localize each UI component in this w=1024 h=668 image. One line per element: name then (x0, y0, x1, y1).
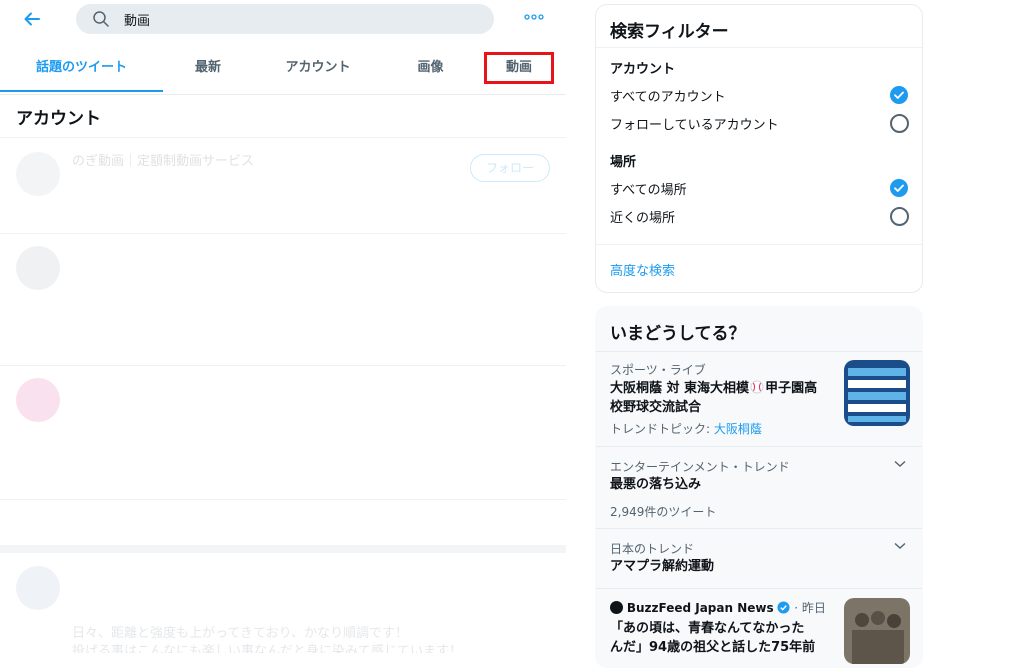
news-thumbnail (844, 598, 910, 664)
trend-thumbnail (844, 360, 910, 426)
news-headline-line: 「あの頃は、青春なんてなかった (610, 621, 805, 636)
buzzfeed-avatar-icon (610, 601, 623, 614)
trends-card: いまどうしてる？ スポーツ・ライブ 大阪桐蔭 対 東海大相模 甲子園高 校野球交流… (595, 306, 923, 668)
divider (596, 528, 922, 529)
trends-title: いまどうしてる？ (610, 324, 746, 344)
trend-category: 日本のトレンド (610, 542, 695, 556)
filter-account-heading: アカウント (610, 62, 676, 77)
divider (596, 47, 922, 48)
trend-topic: トレンドトピック: 大阪桐蔭 (610, 420, 762, 437)
advanced-search-link[interactable]: 高度な検索 (610, 260, 675, 279)
divider (0, 365, 566, 366)
filter-following-accounts[interactable]: フォローしているアカウント (610, 114, 779, 133)
tab-videos[interactable]: 動画 (484, 52, 554, 84)
checked-circle-icon[interactable] (890, 86, 908, 104)
divider (596, 351, 922, 352)
filter-all-places[interactable]: すべての場所 (610, 179, 687, 198)
divider (596, 446, 922, 447)
news-headline: 「あの頃は、青春なんてなかった んだ」94歳の祖父と話した75年前 (610, 619, 815, 657)
account-name: のぎ動画｜定額制動画サービス (72, 154, 255, 169)
avatar (16, 566, 60, 610)
back-button[interactable] (18, 6, 46, 32)
avatar (16, 378, 60, 422)
unchecked-circle-icon[interactable] (890, 207, 909, 226)
avatar (16, 152, 60, 196)
divider (596, 588, 922, 589)
filter-title: 検索フィルター (610, 22, 729, 42)
section-separator (0, 545, 566, 553)
trend-title-part: 甲子園高 (765, 381, 818, 396)
tweet-text-line: 投げる事はこんなにも楽しい事なんだと身に染みて感じています！ (72, 644, 463, 653)
trend-tweet-count: 2,949件のツイート (610, 505, 717, 519)
search-input[interactable]: 動画 (76, 4, 494, 34)
news-source-row: BuzzFeed Japan News · 昨日 (610, 599, 826, 616)
trend-topic-prefix: トレンドトピック: (610, 422, 714, 436)
account-row[interactable] (0, 236, 566, 364)
account-row[interactable]: のぎ動画｜定額制動画サービス フォロー (0, 140, 566, 232)
tab-images[interactable]: 画像 (383, 46, 478, 92)
tab-top[interactable]: 話題のツイート (0, 46, 163, 92)
unchecked-circle-icon[interactable] (890, 114, 909, 133)
trend-title: 大阪桐蔭 対 東海大相模 甲子園高 校野球交流試合 (610, 379, 817, 417)
trend-title: アマプラ解約運動 (610, 559, 715, 574)
search-filter-card: 検索フィルター アカウント すべてのアカウント フォローしているアカウント 場所… (595, 4, 923, 293)
tab-accounts[interactable]: アカウント (253, 46, 383, 92)
tab-latest[interactable]: 最新 (163, 46, 253, 92)
filter-place-heading: 場所 (610, 155, 637, 170)
trend-title: 最悪の落ち込み (610, 477, 702, 492)
divider (596, 244, 922, 245)
search-tabs: 話題のツイート 最新 アカウント 画像 動画 (0, 46, 566, 95)
trend-title-part: 大阪桐蔭 対 東海大相模 (610, 381, 750, 396)
trend-title-part: 校野球交流試合 (610, 400, 702, 415)
more-options-button[interactable] (524, 10, 544, 25)
more-dots-icon (524, 14, 544, 20)
trend-category: エンターテインメント・トレンド (610, 460, 790, 474)
divider (0, 137, 566, 138)
accounts-section-title: アカウント (16, 109, 101, 129)
news-time: · 昨日 (794, 601, 826, 615)
follow-button[interactable]: フォロー (470, 154, 550, 182)
trend-category: スポーツ・ライブ (610, 363, 706, 377)
baseball-icon (750, 380, 764, 394)
checked-circle-icon[interactable] (890, 179, 908, 197)
tweet[interactable]: 日々、距離と強度も上がってきており、かなり順調です！ 投げる事はこんなにも楽しい… (0, 556, 566, 653)
divider (0, 499, 566, 500)
filter-nearby-places[interactable]: 近くの場所 (610, 207, 675, 226)
divider (0, 233, 566, 234)
avatar (16, 246, 60, 290)
search-icon (93, 11, 109, 27)
filter-all-accounts[interactable]: すべてのアカウント (610, 86, 726, 105)
search-query: 動画 (124, 14, 151, 29)
tweet-text-line: 日々、距離と強度も上がってきており、かなり順調です！ (72, 626, 409, 641)
verified-badge-icon (777, 601, 790, 614)
chevron-down-icon[interactable] (894, 539, 906, 553)
news-source: BuzzFeed Japan News (626, 601, 774, 615)
arrow-left-icon (24, 12, 40, 26)
chevron-down-icon[interactable] (894, 457, 906, 471)
search-header: 動画 (0, 0, 566, 40)
search-results-column: 動画 話題のツイート 最新 アカウント 画像 動画 アカウント のぎ動画｜定額制… (0, 0, 566, 653)
trend-topic-link[interactable]: 大阪桐蔭 (714, 422, 762, 436)
account-row[interactable] (0, 368, 566, 498)
